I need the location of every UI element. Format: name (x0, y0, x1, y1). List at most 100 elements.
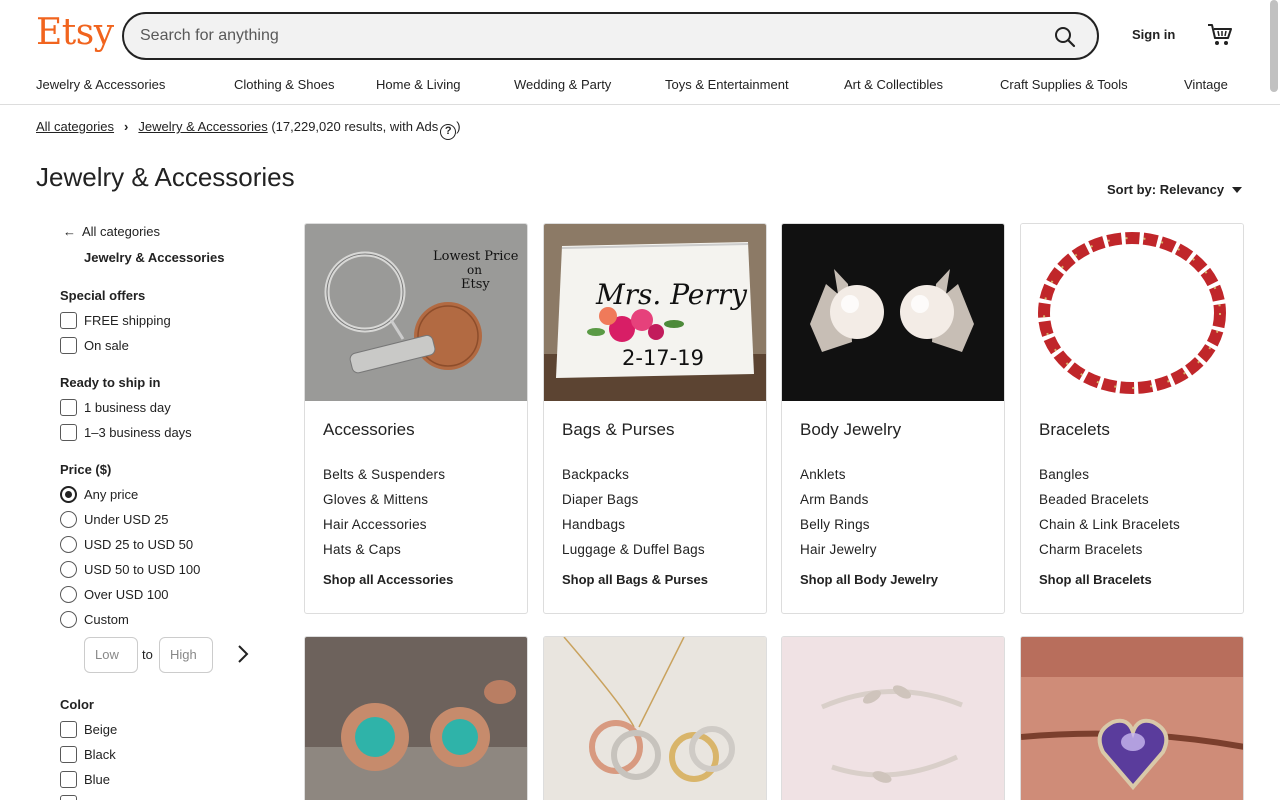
subcategory-link[interactable]: Gloves & Mittens (323, 492, 428, 507)
rings-image[interactable] (782, 637, 1005, 800)
checkbox[interactable] (60, 746, 77, 763)
category-card-bags-purses[interactable]: Mrs. Perry 2-17-19 Bags & Purses Backpac… (543, 223, 767, 614)
checkbox[interactable] (60, 399, 77, 416)
arrow-left-icon: ← (63, 224, 76, 239)
price-low-field[interactable] (84, 637, 138, 673)
nav-craft-supplies[interactable]: Craft Supplies & Tools (1000, 77, 1128, 92)
breadcrumb-current[interactable]: Jewelry & Accessories (138, 119, 267, 134)
search-icon[interactable] (1053, 25, 1077, 49)
sign-in-link[interactable]: Sign in (1132, 27, 1175, 42)
category-card-necklaces[interactable] (543, 636, 767, 800)
category-card-bracelets[interactable]: Bracelets Bangles Beaded Bracelets Chain… (1020, 223, 1244, 614)
nav-wedding-party[interactable]: Wedding & Party (514, 77, 611, 92)
category-nav: Jewelry & Accessories Clothing & Shoes H… (0, 73, 1280, 97)
bracelets-image[interactable] (1021, 224, 1243, 401)
category-card-heart-ring[interactable] (1020, 636, 1244, 800)
image-text-lowest-price: Lowest Price (433, 249, 519, 264)
price-low-input[interactable] (95, 647, 127, 662)
filter-color-blue[interactable]: Blue (60, 771, 110, 788)
category-title[interactable]: Bracelets (1039, 420, 1110, 440)
back-all-categories[interactable]: ← All categories (63, 224, 160, 239)
subcategory-link[interactable]: Hair Jewelry (800, 542, 877, 557)
sort-dropdown[interactable]: Sort by: Relevancy (1107, 182, 1243, 197)
shop-all-link[interactable]: Shop all Bracelets (1039, 572, 1152, 587)
breadcrumb-all-categories[interactable]: All categories (36, 119, 114, 134)
search-input[interactable] (140, 22, 1040, 50)
subcategory-link[interactable]: Chain & Link Bracelets (1039, 517, 1180, 532)
category-title[interactable]: Accessories (323, 420, 415, 440)
accessories-image[interactable]: Lowest Price on Etsy (305, 224, 527, 401)
body-jewelry-image[interactable] (782, 224, 1004, 401)
checkbox[interactable] (60, 312, 77, 329)
nav-art-collectibles[interactable]: Art & Collectibles (844, 77, 943, 92)
scrollbar[interactable] (1270, 0, 1278, 92)
color-heading: Color (60, 697, 94, 712)
cart-icon[interactable] (1207, 22, 1233, 48)
shop-all-link[interactable]: Shop all Accessories (323, 572, 453, 587)
checkbox[interactable] (60, 721, 77, 738)
price-25-50[interactable]: USD 25 to USD 50 (60, 536, 193, 553)
subcategory-link[interactable]: Belly Rings (800, 517, 870, 532)
nav-vintage[interactable]: Vintage (1184, 77, 1228, 92)
nav-toys-entertainment[interactable]: Toys & Entertainment (665, 77, 789, 92)
radio[interactable] (60, 611, 77, 628)
subcategory-link[interactable]: Belts & Suspenders (323, 467, 445, 482)
nav-jewelry-accessories[interactable]: Jewelry & Accessories (36, 77, 165, 92)
price-under-25[interactable]: Under USD 25 (60, 511, 169, 528)
subcategory-link[interactable]: Bangles (1039, 467, 1089, 482)
radio[interactable] (60, 561, 77, 578)
price-high-field[interactable] (159, 637, 213, 673)
price-custom[interactable]: Custom (60, 611, 129, 628)
radio[interactable] (60, 586, 77, 603)
filter-1-3-business-days[interactable]: 1–3 business days (60, 424, 192, 441)
shop-all-link[interactable]: Shop all Body Jewelry (800, 572, 938, 587)
earrings-image[interactable] (305, 637, 528, 800)
subcategory-link[interactable]: Charm Bracelets (1039, 542, 1143, 557)
chevron-right-icon[interactable] (236, 644, 250, 664)
necklaces-image[interactable] (544, 637, 767, 800)
price-over-100[interactable]: Over USD 100 (60, 586, 169, 603)
checkbox[interactable] (60, 424, 77, 441)
nav-home-living[interactable]: Home & Living (376, 77, 461, 92)
category-card-body-jewelry[interactable]: Body Jewelry Anklets Arm Bands Belly Rin… (781, 223, 1005, 614)
price-to-label: to (142, 647, 153, 662)
etsy-logo[interactable]: Etsy (36, 12, 114, 53)
shop-all-link[interactable]: Shop all Bags & Purses (562, 572, 708, 587)
filter-color-beige[interactable]: Beige (60, 721, 117, 738)
nav-clothing-shoes[interactable]: Clothing & Shoes (234, 77, 334, 92)
search-bar[interactable] (122, 12, 1099, 60)
filter-free-shipping[interactable]: FREE shipping (60, 312, 171, 329)
category-card-accessories[interactable]: Lowest Price on Etsy Accessories Belts &… (304, 223, 528, 614)
subcategory-link[interactable]: Beaded Bracelets (1039, 492, 1149, 507)
sort-label: Sort by: Relevancy (1107, 182, 1225, 197)
subcategory-link[interactable]: Arm Bands (800, 492, 869, 507)
filter-color-more[interactable] (60, 795, 84, 800)
subcategory-link[interactable]: Hats & Caps (323, 542, 401, 557)
subcategory-link[interactable]: Diaper Bags (562, 492, 639, 507)
bags-purses-image[interactable]: Mrs. Perry 2-17-19 (544, 224, 766, 401)
filter-color-black[interactable]: Black (60, 746, 116, 763)
subcategory-link[interactable]: Luggage & Duffel Bags (562, 542, 705, 557)
image-text-date: 2-17-19 (622, 346, 704, 370)
checkbox[interactable] (60, 771, 77, 788)
radio-selected[interactable] (60, 486, 77, 503)
filter-1-business-day[interactable]: 1 business day (60, 399, 171, 416)
subcategory-link[interactable]: Backpacks (562, 467, 629, 482)
category-title[interactable]: Body Jewelry (800, 420, 901, 440)
heart-ring-image[interactable] (1021, 637, 1244, 800)
radio[interactable] (60, 536, 77, 553)
category-card-earrings[interactable] (304, 636, 528, 800)
subcategory-link[interactable]: Anklets (800, 467, 846, 482)
help-icon[interactable]: ? (440, 124, 457, 140)
checkbox[interactable] (60, 795, 77, 800)
category-title[interactable]: Bags & Purses (562, 420, 674, 440)
radio[interactable] (60, 511, 77, 528)
subcategory-link[interactable]: Hair Accessories (323, 517, 427, 532)
price-50-100[interactable]: USD 50 to USD 100 (60, 561, 200, 578)
checkbox[interactable] (60, 337, 77, 354)
price-any[interactable]: Any price (60, 486, 138, 503)
subcategory-link[interactable]: Handbags (562, 517, 625, 532)
price-high-input[interactable] (170, 647, 202, 662)
filter-on-sale[interactable]: On sale (60, 337, 129, 354)
category-card-rings[interactable] (781, 636, 1005, 800)
